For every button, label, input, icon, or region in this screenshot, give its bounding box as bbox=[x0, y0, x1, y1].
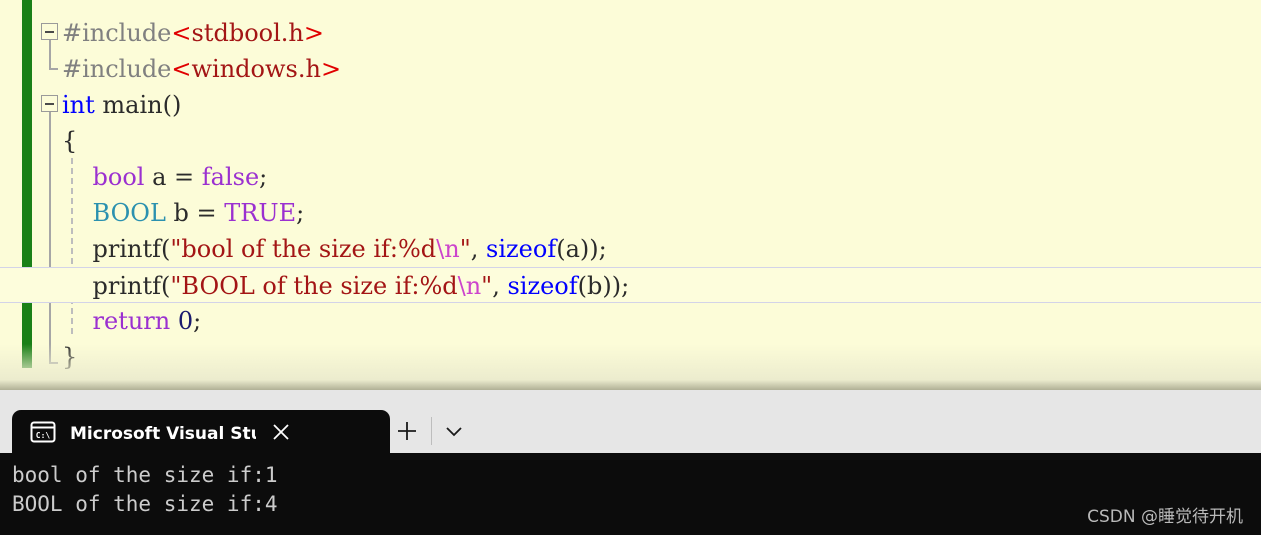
code-token: , bbox=[492, 272, 508, 300]
code-line-text: BOOL b = TRUE; bbox=[62, 195, 305, 231]
code-line[interactable]: printf("BOOL of the size if:%d\n", sizeo… bbox=[0, 267, 1261, 303]
code-token: < bbox=[171, 55, 192, 83]
code-token: ; bbox=[259, 163, 268, 191]
code-token: windows.h bbox=[191, 55, 321, 83]
code-text[interactable]: #include<stdbool.h> #include<windows.h> in… bbox=[0, 0, 1261, 390]
code-token: BOOL bbox=[92, 199, 166, 227]
code-token: sizeof bbox=[486, 235, 557, 263]
code-token: #include bbox=[62, 19, 172, 47]
code-token: false bbox=[201, 163, 260, 191]
new-tab-button[interactable] bbox=[386, 412, 428, 450]
code-token: > bbox=[303, 19, 324, 47]
code-line[interactable]: #include<stdbool.h> bbox=[0, 15, 1261, 51]
code-token: () bbox=[162, 91, 182, 119]
code-token: (a)); bbox=[556, 235, 607, 263]
console-line: BOOL of the size if:4 bbox=[12, 492, 278, 516]
terminal-window[interactable]: C:\ Microsoft Visual Studio 调试控制台 bbox=[0, 405, 1261, 535]
code-line[interactable]: printf("bool of the size if:%d\n", sizeo… bbox=[0, 231, 1261, 267]
code-token: ; bbox=[296, 199, 305, 227]
code-token: sizeof bbox=[507, 272, 578, 300]
code-token: " bbox=[481, 272, 493, 300]
code-line-text: { bbox=[62, 123, 77, 159]
code-token: (b)); bbox=[577, 272, 630, 300]
code-token: " bbox=[459, 235, 471, 263]
code-line-text: printf("BOOL of the size if:%d\n", sizeo… bbox=[62, 268, 630, 304]
code-token: #include bbox=[62, 55, 172, 83]
code-token: return bbox=[92, 307, 171, 335]
code-line-text: int main() bbox=[62, 87, 181, 123]
code-line[interactable]: { bbox=[0, 123, 1261, 159]
terminal-tab-title: Microsoft Visual Studio 调试控制台 bbox=[70, 424, 256, 444]
tab-bar-separator bbox=[431, 417, 432, 445]
code-line[interactable]: BOOL b = TRUE; bbox=[0, 195, 1261, 231]
code-token: ; bbox=[193, 307, 202, 335]
code-token: main bbox=[102, 91, 163, 119]
code-token: int bbox=[62, 91, 95, 119]
code-token: ( bbox=[161, 235, 171, 263]
code-token: < bbox=[171, 19, 192, 47]
code-token: 0 bbox=[177, 307, 194, 335]
console-output[interactable]: bool of the size if:1 BOOL of the size i… bbox=[0, 453, 1261, 535]
code-token: } bbox=[62, 343, 78, 371]
code-token: bool bbox=[92, 163, 145, 191]
watermark: CSDN @睡觉待开机 bbox=[1087, 507, 1243, 527]
code-token: stdbool.h bbox=[191, 19, 304, 47]
terminal-tab-bar[interactable]: C:\ Microsoft Visual Studio 调试控制台 bbox=[0, 405, 1261, 453]
code-token: a bbox=[144, 163, 175, 191]
command-prompt-icon: C:\ bbox=[30, 421, 56, 443]
console-line: bool of the size if:1 bbox=[12, 463, 278, 487]
svg-text:C:\: C:\ bbox=[36, 431, 51, 440]
code-token: TRUE bbox=[224, 199, 297, 227]
code-token: \n bbox=[436, 235, 460, 263]
code-line[interactable]: #include<windows.h> bbox=[0, 51, 1261, 87]
code-line[interactable]: } bbox=[0, 339, 1261, 375]
code-line-text: bool a = false; bbox=[62, 159, 268, 195]
code-token: = bbox=[196, 199, 217, 227]
code-editor-pane[interactable]: #include<stdbool.h> #include<windows.h> in… bbox=[0, 0, 1261, 390]
code-token: ( bbox=[161, 272, 171, 300]
code-line-text: return 0; bbox=[62, 303, 202, 339]
code-line[interactable]: bool a = false; bbox=[0, 159, 1261, 195]
code-token: "bool of the size if:%d bbox=[170, 235, 437, 263]
fold-collapse-icon[interactable] bbox=[41, 23, 58, 40]
code-token: "BOOL of the size if:%d bbox=[170, 272, 458, 300]
code-token: = bbox=[174, 163, 195, 191]
code-token: printf bbox=[92, 272, 162, 300]
code-line-text: printf("bool of the size if:%d\n", sizeo… bbox=[62, 231, 607, 267]
close-icon[interactable] bbox=[264, 415, 298, 449]
code-token: b bbox=[165, 199, 197, 227]
code-token: printf bbox=[92, 235, 162, 263]
code-token: \n bbox=[457, 272, 482, 300]
fold-collapse-icon[interactable] bbox=[41, 95, 58, 112]
chevron-down-icon[interactable] bbox=[434, 412, 474, 450]
code-token: { bbox=[62, 127, 78, 155]
terminal-tab-active[interactable]: C:\ Microsoft Visual Studio 调试控制台 bbox=[12, 410, 390, 453]
code-line[interactable]: int main() bbox=[0, 87, 1261, 123]
code-token: , bbox=[470, 235, 487, 263]
code-line[interactable]: return 0; bbox=[0, 303, 1261, 339]
code-line-text: #include<windows.h> bbox=[62, 51, 341, 87]
code-line-text: #include<stdbool.h> bbox=[62, 15, 324, 51]
code-line-text: } bbox=[62, 339, 77, 375]
code-token: > bbox=[320, 55, 342, 83]
